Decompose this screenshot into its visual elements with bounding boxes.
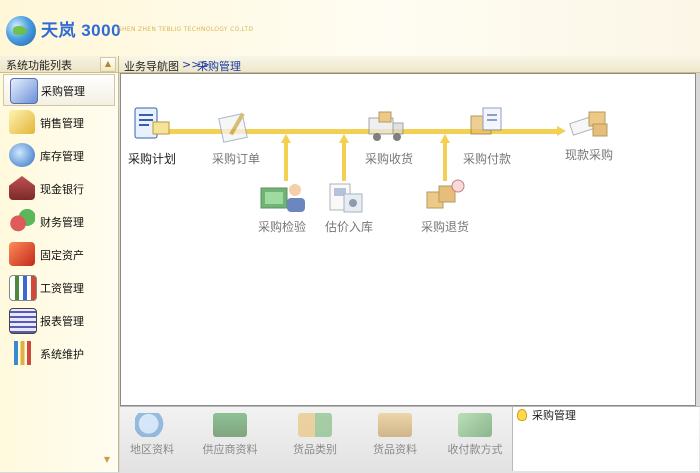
flow-node-label[interactable]: 采购订单 — [212, 150, 260, 167]
shortcut-label: 供应商资料 — [202, 443, 258, 456]
bank-icon — [9, 176, 35, 200]
flow-node-label[interactable]: 采购退货 — [421, 218, 469, 235]
flow-connector — [284, 143, 288, 181]
sidebar-item-label: 工资管理 — [40, 282, 84, 295]
status-panel: 采购管理 — [512, 407, 699, 471]
purchase-plan-icon[interactable] — [131, 106, 171, 142]
flow-connector — [443, 143, 447, 181]
globe-logo-icon — [6, 16, 36, 46]
supplier-icon — [213, 413, 247, 437]
purchase-payment-icon[interactable] — [467, 104, 507, 140]
sidebar-header: 系统功能列表 ▲ — [0, 56, 118, 73]
flow-node-label[interactable]: 采购计划 — [128, 150, 176, 167]
scroll-down-icon[interactable]: ▼ — [100, 454, 114, 467]
purchase-receive-icon[interactable] — [367, 110, 407, 146]
business-flow-panel: 采购计划 采购订单 采购收货 采购付款 现款采购 采购检验 估价入库 采购退货 — [120, 73, 696, 406]
shortcut-label: 货品资料 — [373, 443, 417, 456]
shortcut-label: 地区资料 — [130, 443, 174, 456]
shortcut-supplier[interactable]: 供应商资料 — [190, 407, 270, 469]
payment-method-icon — [458, 413, 492, 437]
app-subtitle: SHEN ZHEN TEBLIG TECHNOLOGY CO.LTD — [118, 26, 254, 33]
shortcut-payment-method[interactable]: 收付款方式 — [438, 407, 512, 469]
flow-arrow-up-icon — [440, 134, 450, 143]
sidebar-item-label: 销售管理 — [40, 117, 84, 130]
sidebar-item-label: 报表管理 — [40, 315, 84, 328]
flow-node-label[interactable]: 采购收货 — [365, 150, 413, 167]
sidebar-item-finance[interactable]: 财务管理 — [3, 206, 113, 236]
sidebar-item-label: 系统维护 — [40, 348, 84, 361]
sidebar-item-salary[interactable]: 工资管理 — [3, 272, 113, 302]
asset-icon — [9, 242, 35, 266]
report-icon — [9, 308, 37, 334]
sidebar-item-sales[interactable]: 销售管理 — [3, 107, 113, 137]
shortcut-label: 收付款方式 — [447, 443, 503, 456]
finance-icon — [9, 209, 35, 233]
sidebar: 系统功能列表 ▲ 采购管理 销售管理 库存管理 现金银行 财务管理 固定资产 工… — [0, 56, 119, 472]
sidebar-item-purchase[interactable]: 采购管理 — [3, 74, 115, 106]
sidebar-item-bank[interactable]: 现金银行 — [3, 173, 113, 203]
purchase-return-icon[interactable] — [425, 178, 465, 214]
sidebar-item-label: 库存管理 — [40, 150, 84, 163]
sidebar-item-inventory[interactable]: 库存管理 — [3, 140, 113, 170]
flow-node-label[interactable]: 采购检验 — [258, 218, 306, 235]
flow-arrow-right-icon — [557, 126, 566, 136]
shortcut-goods-category[interactable]: 货品类别 — [275, 407, 355, 469]
sidebar-item-label: 财务管理 — [40, 216, 84, 229]
flow-arrow-up-icon — [339, 134, 349, 143]
shortcut-region[interactable]: 地区资料 — [120, 407, 184, 469]
flow-node-label[interactable]: 估价入库 — [325, 218, 373, 235]
shortcut-goods[interactable]: 货品资料 — [355, 407, 435, 469]
sidebar-item-label: 固定资产 — [40, 249, 84, 262]
flow-connector — [342, 143, 346, 181]
region-icon — [135, 413, 169, 437]
purchase-inspection-icon[interactable] — [259, 180, 305, 216]
app-title: 天岚 3000 — [41, 21, 122, 40]
sidebar-item-fixed-asset[interactable]: 固定资产 — [3, 239, 113, 269]
shortcut-label: 货品类别 — [293, 443, 337, 456]
goods-icon — [378, 413, 412, 437]
salary-icon — [9, 275, 37, 301]
inventory-icon — [9, 143, 35, 167]
folder-icon — [9, 110, 35, 134]
sidebar-title: 系统功能列表 — [6, 59, 72, 72]
flow-node-label[interactable]: 采购付款 — [463, 150, 511, 167]
purchase-icon — [10, 78, 38, 104]
breadcrumb-root: 业务导航图 — [124, 60, 179, 73]
sidebar-item-label: 采购管理 — [41, 85, 85, 98]
breadcrumb: 业务导航图 >>> 采购管理 — [119, 56, 700, 73]
maintenance-icon — [9, 341, 35, 365]
flow-node-label[interactable]: 现款采购 — [565, 146, 613, 163]
goods-category-icon — [298, 413, 332, 437]
sidebar-item-label: 现金银行 — [40, 183, 84, 196]
scroll-up-icon[interactable]: ▲ — [100, 57, 116, 72]
flow-arrow-up-icon — [281, 134, 291, 143]
lightbulb-icon — [517, 409, 527, 421]
sidebar-item-report[interactable]: 报表管理 — [3, 305, 113, 335]
purchase-order-icon[interactable] — [215, 110, 255, 146]
status-text: 采购管理 — [532, 409, 576, 422]
sidebar-item-maintenance[interactable]: 系统维护 — [3, 338, 113, 368]
breadcrumb-current[interactable]: 采购管理 — [197, 58, 241, 74]
app-header: 天岚 3000 SHEN ZHEN TEBLIG TECHNOLOGY CO.L… — [0, 0, 700, 57]
cash-purchase-icon[interactable] — [569, 106, 609, 142]
estimate-stockin-icon[interactable] — [326, 180, 366, 216]
shortcut-bar: 地区资料 供应商资料 货品类别 货品资料 收付款方式 采购管理 — [120, 406, 700, 473]
